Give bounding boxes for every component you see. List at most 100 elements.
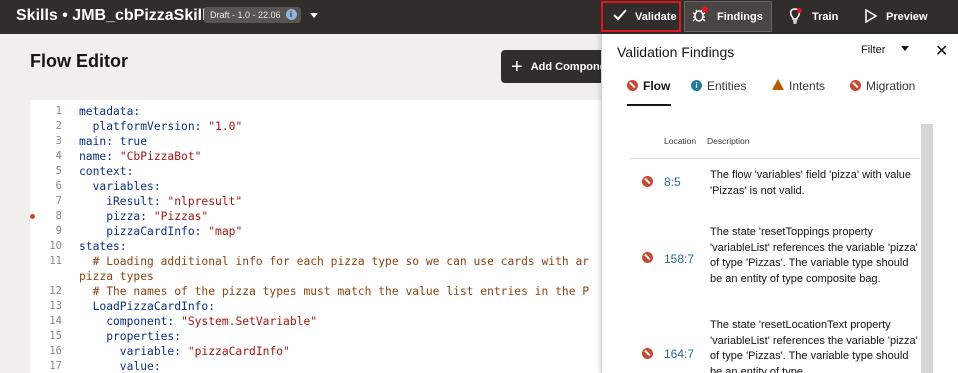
code-line[interactable]: 3 main: true xyxy=(30,134,610,149)
column-header-location: Location xyxy=(664,136,697,146)
line-number: 16 xyxy=(49,345,62,357)
code-token: properties: xyxy=(79,330,182,343)
line-number: 17 xyxy=(49,360,62,372)
code-string: "map" xyxy=(208,225,243,238)
code-comment: # The names of the pizza types must matc… xyxy=(79,285,590,298)
preview-label: Preview xyxy=(886,11,928,23)
code-token: value: xyxy=(79,360,161,373)
train-label: Train xyxy=(812,11,839,23)
error-icon xyxy=(642,252,653,263)
findings-button[interactable]: Findings xyxy=(684,1,772,32)
code-line[interactable]: 8 pizza: "Pizzas" xyxy=(30,209,610,224)
filter-dropdown[interactable]: Filter xyxy=(861,44,910,56)
code-text: platformVersion: "1.0" xyxy=(79,119,243,134)
code-string: "1.0" xyxy=(208,120,243,133)
train-icon xyxy=(786,7,804,28)
finding-location-link[interactable]: 164:7 xyxy=(664,347,694,361)
active-tab-indicator xyxy=(627,104,671,106)
tab-flow-label: Flow xyxy=(643,79,671,93)
code-text: name: "CbPizzaBot" xyxy=(79,149,201,164)
code-line[interactable]: 4 name: "CbPizzaBot" xyxy=(30,149,610,164)
tab-migration[interactable]: Migration xyxy=(850,79,915,109)
code-string: "nlpresult" xyxy=(167,195,243,208)
code-line[interactable]: 11 # Loading additional info for each pi… xyxy=(30,254,610,269)
tab-intents[interactable]: Intents xyxy=(772,79,825,109)
warning-icon xyxy=(772,79,784,91)
train-button[interactable]: Train xyxy=(786,0,838,34)
code-line[interactable]: 1 metadata: xyxy=(30,104,610,119)
tab-intents-label: Intents xyxy=(789,79,826,93)
code-text: value: xyxy=(79,359,161,373)
code-text: iResult: "nlpresult" xyxy=(79,194,242,209)
validate-button[interactable]: Validate xyxy=(601,1,681,32)
code-text: pizzaCardInfo: "map" xyxy=(79,224,242,239)
code-line[interactable]: 5 context: xyxy=(30,164,610,179)
code-comment: # Loading additional info for each pizza… xyxy=(79,255,590,268)
code-text: component: "System.SetVariable" xyxy=(79,314,317,329)
line-number: 3 xyxy=(55,135,62,147)
bug-icon xyxy=(691,6,709,27)
code-token: component: xyxy=(79,315,182,328)
code-text: states: xyxy=(79,239,127,254)
code-line[interactable]: 10 states: xyxy=(30,239,610,254)
close-icon[interactable]: ✕ xyxy=(935,41,948,61)
code-line[interactable]: pizza types xyxy=(30,269,610,284)
panel-title: Validation Findings xyxy=(617,44,735,60)
code-token: name: xyxy=(79,150,120,163)
tab-flow[interactable]: Flow xyxy=(627,79,671,109)
finding-description: The state 'resetLocationText property 'v… xyxy=(710,319,918,373)
code-line[interactable]: 9 pizzaCardInfo: "map" xyxy=(30,224,610,239)
error-icon xyxy=(850,80,861,92)
finding-location-link[interactable]: 8:5 xyxy=(664,175,681,189)
skill-title: Skills • JMB_cbPizzaSkill xyxy=(16,7,207,24)
error-icon xyxy=(627,80,638,92)
code-string: "CbPizzaBot" xyxy=(119,150,202,163)
code-text: pizza types xyxy=(79,269,154,284)
code-line[interactable]: 15 properties: xyxy=(30,329,610,344)
code-text: main: true xyxy=(79,134,147,149)
add-component-button[interactable]: + Add Compone xyxy=(501,50,611,83)
filter-label: Filter xyxy=(861,44,886,56)
code-line[interactable]: 17 value: xyxy=(30,359,610,373)
code-token: pizzaCardInfo: xyxy=(79,225,209,238)
checkmark-icon xyxy=(613,9,627,24)
tab-migration-label: Migration xyxy=(866,79,916,93)
line-number: 6 xyxy=(55,180,62,192)
code-token: variables: xyxy=(79,180,161,193)
line-number: 2 xyxy=(55,120,62,132)
code-text: variables: xyxy=(79,179,161,194)
finding-location-link[interactable]: 158:7 xyxy=(664,252,694,266)
preview-button[interactable]: Preview xyxy=(864,0,928,34)
divider xyxy=(630,158,920,159)
code-string: "Pizzas" xyxy=(153,210,209,223)
code-token: metadata: xyxy=(79,105,141,118)
code-line[interactable]: 12 # The names of the pizza types must m… xyxy=(30,284,610,299)
code-text: properties: xyxy=(79,329,181,344)
line-number: 10 xyxy=(49,240,62,252)
validate-label: Validate xyxy=(635,10,677,23)
code-line[interactable]: 2 platformVersion: "1.0" xyxy=(30,119,610,134)
line-number: 13 xyxy=(49,300,62,312)
code-line[interactable]: 16 variable: "pizzaCardInfo" xyxy=(30,344,610,359)
finding-description: The state 'resetToppings property 'varia… xyxy=(710,226,918,285)
code-line[interactable]: 6 variables: xyxy=(30,179,610,194)
code-token: variable: xyxy=(79,345,188,358)
version-badge[interactable]: Draft - 1.0 - 22.06 i xyxy=(204,7,301,23)
finding-description: The flow 'variables' field 'pizza' with … xyxy=(710,169,911,197)
code-line[interactable]: 14 component: "System.SetVariable" xyxy=(30,314,610,329)
add-component-label: Add Compone xyxy=(530,60,606,73)
code-text: LoadPizzaCardInfo: xyxy=(79,299,215,314)
code-string: "pizzaCardInfo" xyxy=(187,345,290,358)
tab-entities[interactable]: i Entities xyxy=(691,79,746,109)
info-icon[interactable]: i xyxy=(285,9,297,21)
code-token: states: xyxy=(79,240,127,253)
chevron-down-icon[interactable] xyxy=(310,13,318,18)
code-token: platformVersion: xyxy=(79,120,209,133)
scrollbar[interactable] xyxy=(921,124,933,373)
code-line[interactable]: 7 iResult: "nlpresult" xyxy=(30,194,610,209)
code-line[interactable]: 13 LoadPizzaCardInfo: xyxy=(30,299,610,314)
code-editor[interactable]: 1 metadata: 2 platformVersion: "1.0" 3 main:… xyxy=(30,100,610,373)
code-text: variable: "pizzaCardInfo" xyxy=(79,344,290,359)
version-badge-label: Draft - 1.0 - 22.06 xyxy=(210,10,281,20)
line-number: 1 xyxy=(55,105,62,117)
